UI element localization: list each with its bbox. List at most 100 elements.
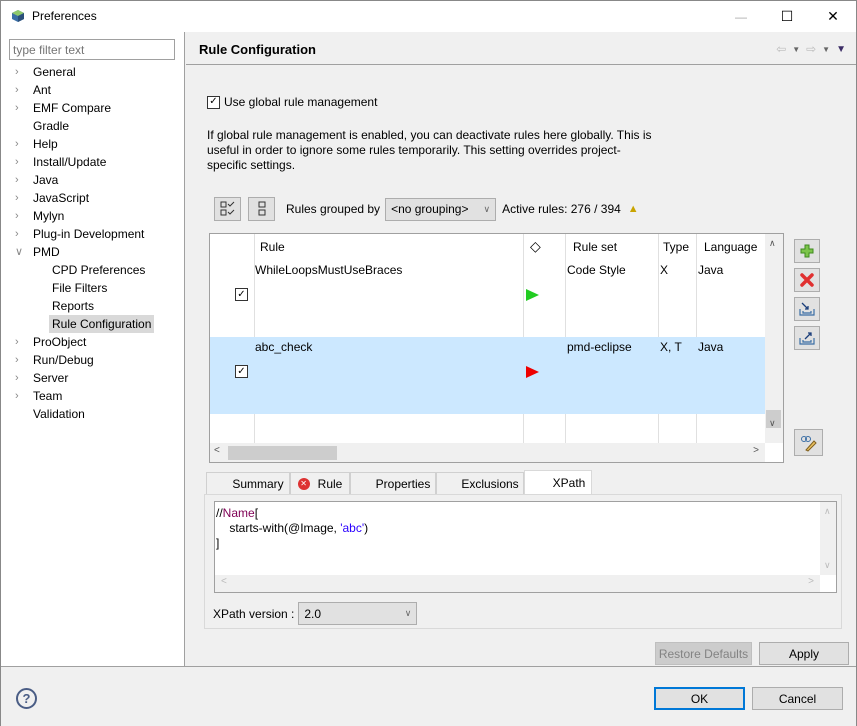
chevron-down-icon[interactable]: ∨: [15, 243, 25, 261]
chevron-right-icon[interactable]: ›: [15, 207, 25, 225]
sidebar-item-validation[interactable]: Validation: [1, 405, 185, 423]
table-row[interactable]: ✓ WhileLoopsMustUseBraces Code Style X J…: [210, 260, 765, 337]
scroll-left-icon[interactable]: <: [214, 445, 220, 456]
chevron-right-icon[interactable]: ›: [15, 369, 25, 387]
scroll-down-icon[interactable]: ∨: [824, 560, 831, 571]
remove-rule-button[interactable]: [794, 268, 820, 292]
check-all-icon: [220, 201, 234, 216]
ok-button[interactable]: OK: [654, 687, 745, 710]
sidebar-item-team[interactable]: › Team: [1, 387, 185, 405]
sidebar-item-gradle[interactable]: Gradle: [1, 117, 185, 135]
xpath-editor[interactable]: //Name[ starts-with(@Image, 'abc')] ∧ ∨ …: [214, 501, 837, 593]
apply-button[interactable]: Apply: [759, 642, 849, 665]
sidebar-item-rule-configuration[interactable]: Rule Configuration: [1, 315, 185, 333]
sidebar-item-install-update[interactable]: › Install/Update: [1, 153, 185, 171]
minimize-button[interactable]: —: [718, 1, 764, 32]
chevron-right-icon[interactable]: ›: [15, 153, 25, 171]
scroll-right-icon[interactable]: >: [753, 445, 759, 456]
chevron-right-icon[interactable]: ›: [15, 351, 25, 369]
check-all-button[interactable]: [214, 197, 241, 221]
scroll-up-icon[interactable]: ∧: [769, 238, 776, 249]
code-token: starts-with(@Image,: [216, 521, 341, 535]
table-vertical-scrollbar[interactable]: ∧ ∨: [765, 234, 783, 443]
restore-defaults-button[interactable]: Restore Defaults: [655, 642, 752, 665]
tab-rule[interactable]: ✕ Rule: [290, 472, 350, 494]
tab-xpath[interactable]: XPath: [524, 470, 592, 494]
maximize-button[interactable]: ☐: [764, 1, 810, 32]
tab-exclusions[interactable]: Exclusions: [436, 472, 524, 494]
column-header-ruleset[interactable]: Rule set: [573, 240, 617, 254]
scroll-up-icon[interactable]: ∧: [824, 506, 831, 517]
sidebar-item-proobject[interactable]: › ProObject: [1, 333, 185, 351]
sidebar-item-server[interactable]: › Server: [1, 369, 185, 387]
help-icon[interactable]: ?: [16, 688, 37, 709]
chevron-right-icon[interactable]: ›: [15, 99, 25, 117]
tab-summary[interactable]: Summary: [206, 472, 290, 494]
sidebar-item-help[interactable]: › Help: [1, 135, 185, 153]
minimize-icon: —: [735, 9, 747, 24]
sidebar-item-plug-in-development[interactable]: › Plug-in Development: [1, 225, 185, 243]
cancel-button[interactable]: Cancel: [752, 687, 843, 710]
sidebar-item-emf-compare[interactable]: › EMF Compare: [1, 99, 185, 117]
sidebar-item-label: Install/Update: [33, 155, 107, 169]
grouping-select[interactable]: <no grouping> ∨: [385, 197, 497, 221]
column-header-type[interactable]: Type: [663, 240, 689, 254]
chevron-right-icon[interactable]: ›: [15, 333, 25, 351]
edit-rule-button[interactable]: [794, 429, 823, 456]
rule-enabled-checkbox[interactable]: ✓: [235, 288, 248, 301]
delete-icon: [800, 273, 814, 287]
chevron-right-icon[interactable]: ›: [15, 225, 25, 243]
sidebar-item-java[interactable]: › Java: [1, 171, 185, 189]
chevron-right-icon[interactable]: ›: [15, 81, 25, 99]
scroll-down-icon[interactable]: ∨: [769, 418, 776, 429]
column-header-rule[interactable]: Rule: [260, 240, 285, 254]
editor-vertical-scrollbar[interactable]: ∧ ∨: [820, 502, 836, 575]
table-row-selected[interactable]: ✓ abc_check pmd-eclipse X, T Java: [210, 337, 765, 414]
scroll-thumb[interactable]: [228, 446, 337, 460]
global-rule-management-checkbox[interactable]: ✓ Use global rule management: [207, 95, 377, 109]
sidebar-item-reports[interactable]: Reports: [1, 297, 185, 315]
table-horizontal-scrollbar[interactable]: < >: [210, 443, 765, 462]
chevron-right-icon[interactable]: ›: [15, 135, 25, 153]
view-menu-icon[interactable]: ▼: [836, 44, 846, 55]
sidebar-item-run-debug[interactable]: › Run/Debug: [1, 351, 185, 369]
back-arrow-icon[interactable]: ⇦: [776, 42, 786, 56]
uncheck-all-icon: [258, 201, 265, 216]
chevron-right-icon[interactable]: ›: [15, 63, 25, 81]
sidebar-item-pmd[interactable]: ∨ PMD: [1, 243, 185, 261]
xpath-code[interactable]: //Name[ starts-with(@Image, 'abc')]: [216, 506, 368, 551]
error-icon: ✕: [297, 477, 310, 490]
forward-dropdown-icon[interactable]: ▼: [822, 45, 830, 54]
column-header-language[interactable]: Language: [704, 240, 757, 254]
forward-arrow-icon[interactable]: ⇨: [806, 42, 816, 56]
chevron-right-icon[interactable]: ›: [15, 387, 25, 405]
sidebar-item-general[interactable]: › General: [1, 63, 185, 81]
sidebar-item-label: Help: [33, 137, 58, 151]
scroll-left-icon[interactable]: <: [221, 576, 227, 587]
tab-properties[interactable]: Properties: [350, 472, 436, 494]
sidebar-item-mylyn[interactable]: › Mylyn: [1, 207, 185, 225]
uncheck-all-button[interactable]: [248, 197, 275, 221]
sidebar-item-cpd-preferences[interactable]: CPD Preferences: [1, 261, 185, 279]
filter-input[interactable]: [9, 39, 175, 60]
checkbox-checked-icon[interactable]: ✓: [207, 95, 220, 109]
sidebar-item-label: Plug-in Development: [33, 227, 145, 241]
sidebar-item-javascript[interactable]: › JavaScript: [1, 189, 185, 207]
import-rules-button[interactable]: [794, 297, 820, 321]
rule-enabled-checkbox[interactable]: ✓: [235, 365, 248, 378]
sidebar-item-ant[interactable]: › Ant: [1, 81, 185, 99]
add-rule-button[interactable]: [794, 239, 820, 263]
export-rules-button[interactable]: [794, 326, 820, 350]
sidebar-item-file-filters[interactable]: File Filters: [1, 279, 185, 297]
chevron-right-icon[interactable]: ›: [15, 171, 25, 189]
tab-xpath-label: XPath: [552, 475, 586, 490]
chevron-right-icon[interactable]: ›: [15, 189, 25, 207]
scroll-right-icon[interactable]: >: [808, 576, 814, 587]
close-button[interactable]: ✕: [810, 1, 856, 32]
xpath-version-select[interactable]: 2.0 ∨: [298, 602, 418, 625]
back-dropdown-icon[interactable]: ▼: [792, 45, 800, 54]
rule-name: WhileLoopsMustUseBraces: [255, 263, 403, 277]
editor-horizontal-scrollbar[interactable]: < >: [215, 575, 820, 592]
column-header-priority[interactable]: ◇: [530, 238, 541, 255]
sidebar-item-label: Rule Configuration: [49, 315, 155, 333]
